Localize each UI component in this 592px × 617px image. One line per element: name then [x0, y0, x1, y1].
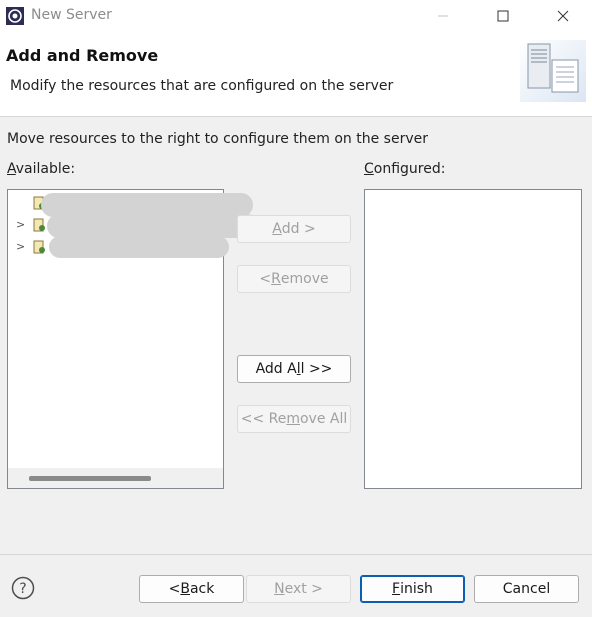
page-title: Add and Remove: [6, 46, 159, 65]
back-button[interactable]: < Back: [139, 575, 244, 603]
redacted-project-name: [49, 236, 229, 258]
help-question-icon[interactable]: ?: [11, 576, 35, 600]
cancel-button[interactable]: Cancel: [474, 575, 579, 603]
footer-separator: [0, 554, 592, 555]
add-button[interactable]: Add >: [237, 215, 351, 243]
maximize-button[interactable]: [480, 0, 526, 32]
wizard-header: Add and Remove Modify the resources that…: [0, 32, 592, 117]
expand-chevron-icon[interactable]: >: [16, 218, 25, 231]
next-button[interactable]: Next >: [246, 575, 351, 603]
svg-text:?: ?: [19, 581, 26, 597]
server-banner-icon: [520, 40, 586, 102]
minimize-icon: [438, 15, 448, 17]
close-button[interactable]: [540, 0, 586, 32]
title-bar: New Server: [0, 0, 592, 32]
configured-label: Configured:: [364, 161, 446, 177]
redacted-project-name: [47, 214, 259, 238]
minimize-button[interactable]: [420, 0, 466, 32]
configured-list[interactable]: [364, 189, 582, 489]
scrollbar-thumb[interactable]: [29, 476, 151, 481]
available-label: Available:: [7, 161, 76, 177]
finish-button[interactable]: Finish: [360, 575, 465, 603]
expand-chevron-icon[interactable]: >: [16, 240, 25, 253]
maximize-icon: [497, 10, 509, 22]
eclipse-app-icon: [6, 7, 24, 25]
add-all-button[interactable]: Add All >>: [237, 355, 351, 383]
page-description: Modify the resources that are configured…: [10, 78, 394, 94]
project-icon: [33, 218, 45, 232]
remove-all-button[interactable]: << Re m ove All: [237, 405, 351, 433]
close-icon: [557, 10, 569, 22]
instructions-text: Move resources to the right to configure…: [7, 131, 428, 147]
remove-button[interactable]: < Remove: [237, 265, 351, 293]
window-title: New Server: [31, 7, 112, 23]
project-icon: [33, 240, 45, 254]
horizontal-scrollbar[interactable]: [8, 468, 223, 488]
